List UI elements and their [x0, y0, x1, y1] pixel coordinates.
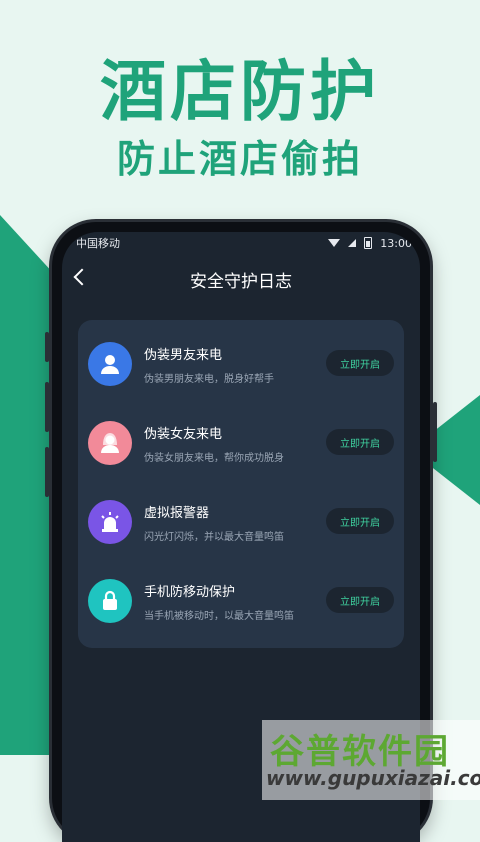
watermark-en: www.gupuxiazai.com	[266, 766, 480, 790]
enable-now-button[interactable]: 立即开启	[326, 587, 394, 613]
list-item-anti-move-protection[interactable]: 手机防移动保护 当手机被移动时，以最大音量鸣笛 立即开启	[78, 565, 404, 643]
hero-subtitle: 防止酒店偷拍	[116, 137, 363, 181]
status-bar: 中国移动 13:00	[62, 232, 420, 254]
phone-side-button	[45, 382, 49, 432]
item-title: 伪装女友来电	[144, 427, 223, 442]
status-icons: 13:00	[328, 237, 412, 250]
battery-icon	[364, 237, 373, 249]
list-item-fake-girlfriend-call[interactable]: 伪装女友来电 伪装女朋友来电，帮你成功脱身 立即开启	[78, 407, 404, 485]
enable-now-button[interactable]: 立即开启	[326, 429, 394, 455]
list-item-virtual-alarm[interactable]: 虚拟报警器 闪光灯闪烁，并以最大音量鸣笛 立即开启	[78, 486, 404, 564]
item-title: 手机防移动保护	[144, 585, 236, 600]
item-title: 伪装男友来电	[144, 348, 223, 363]
alarm-siren-icon	[88, 500, 132, 544]
list-item-fake-boyfriend-call[interactable]: 伪装男友来电 伪装男朋友来电，脱身好帮手 立即开启	[78, 328, 404, 406]
item-description: 闪光灯闪烁，并以最大音量鸣笛	[144, 532, 284, 543]
lock-icon	[88, 579, 132, 623]
item-description: 伪装男朋友来电，脱身好帮手	[144, 374, 274, 385]
hero-title: 酒店防护	[100, 53, 380, 130]
item-title: 虚拟报警器	[144, 506, 210, 521]
wifi-icon	[328, 239, 341, 247]
male-avatar-icon	[88, 342, 132, 386]
back-arrow-icon[interactable]	[73, 268, 91, 286]
item-description: 伪装女朋友来电，帮你成功脱身	[144, 453, 284, 464]
enable-now-button[interactable]: 立即开启	[326, 350, 394, 376]
phone-power-button	[433, 402, 437, 462]
item-description: 当手机被移动时，以最大音量鸣笛	[144, 611, 294, 622]
nav-bar: 安全守护日志	[62, 254, 420, 304]
signal-icon	[348, 239, 357, 247]
enable-now-button[interactable]: 立即开启	[326, 508, 394, 534]
phone-side-button	[45, 332, 49, 362]
status-time: 13:00	[380, 236, 412, 250]
page-title: 安全守护日志	[190, 271, 292, 292]
female-avatar-icon	[88, 421, 132, 465]
phone-side-button	[45, 447, 49, 497]
carrier-label: 中国移动	[76, 237, 120, 250]
feature-list-card: 伪装男友来电 伪装男朋友来电，脱身好帮手 立即开启 伪装女友来电 伪装女朋友来电…	[78, 320, 404, 648]
